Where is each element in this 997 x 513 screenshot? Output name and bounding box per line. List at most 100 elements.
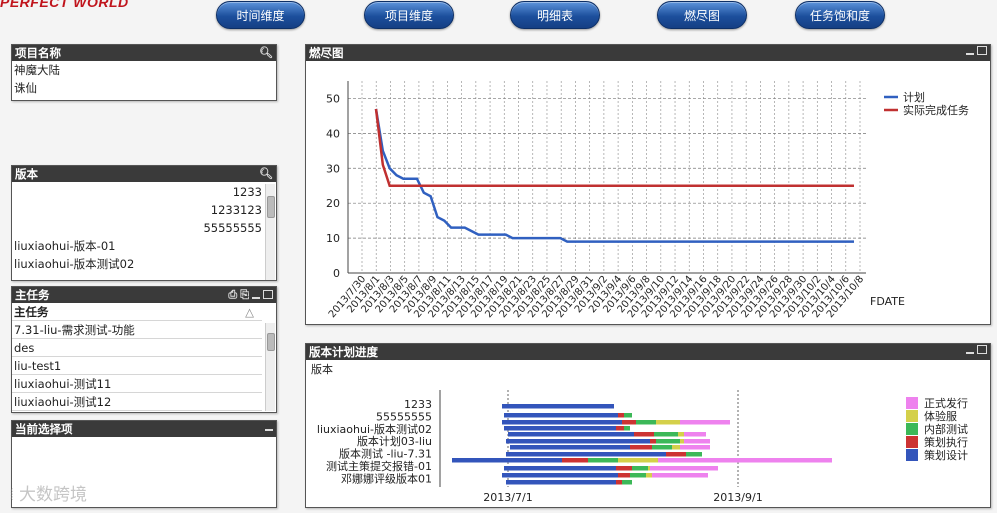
gantt-bar-segment xyxy=(684,439,710,444)
gantt-bar-segment xyxy=(656,439,680,444)
version-progress-title: 版本计划进度 xyxy=(309,345,378,359)
gantt-bar-segment xyxy=(686,452,702,457)
legend-label: 策划设计 xyxy=(924,448,968,462)
gantt-bar-segment xyxy=(658,458,832,463)
gantt-bar-segment xyxy=(504,413,618,418)
gantt-bar-segment xyxy=(632,466,648,471)
maximize-icon[interactable] xyxy=(977,46,987,55)
dimension-label: 版本 xyxy=(311,362,333,376)
table-header[interactable]: 主任务 △ xyxy=(12,303,262,321)
legend-swatch xyxy=(906,423,918,435)
maximize-icon[interactable] xyxy=(977,345,987,354)
x-tick-label: 2013/7/1 xyxy=(483,491,532,504)
y-tick-label: 10 xyxy=(326,232,340,245)
list-item[interactable]: 神魔大陆 xyxy=(12,61,276,79)
nav-detail-table-button[interactable]: 明细表 xyxy=(510,1,600,29)
current-selection-title: 当前选择项 xyxy=(15,422,73,436)
category-label: 邓娜娜评级版本01 xyxy=(341,471,432,485)
watermark-logo: ⧙ 大数跨境 xyxy=(10,485,87,505)
gantt-bar-segment xyxy=(452,458,562,463)
gantt-bar-segment xyxy=(502,420,622,425)
version-progress-chart: 版本 123355555555liuxiaohui-版本测试02版本计划03-li… xyxy=(311,362,968,504)
list-item[interactable]: liuxiaohui-版本-01 xyxy=(12,237,276,255)
gantt-bar-segment xyxy=(624,413,632,418)
maximize-icon[interactable] xyxy=(263,290,273,299)
table-row[interactable]: des xyxy=(12,339,262,357)
list-item[interactable]: 1233123 xyxy=(12,201,276,219)
version-scrollbar[interactable] xyxy=(265,184,275,280)
gantt-bar-segment xyxy=(506,452,666,457)
legend-label: 实际完成任务 xyxy=(903,103,969,117)
minimize-icon[interactable] xyxy=(966,53,974,55)
search-icon[interactable]: 🔍︎ xyxy=(259,46,273,59)
version-title: 版本 xyxy=(15,167,38,181)
version-listbox: 版本 🔍︎ 1233 1233123 55555555 liuxiaohui-版… xyxy=(11,165,277,281)
scrollbar-thumb[interactable] xyxy=(267,196,275,218)
search-icon[interactable]: 🔍︎ xyxy=(259,167,273,180)
gantt-bar-segment xyxy=(506,439,650,444)
burndown-title: 燃尽图 xyxy=(309,46,344,60)
gantt-bar-segment xyxy=(616,466,632,471)
gantt-bar-segment xyxy=(510,445,630,450)
gantt-bar-segment xyxy=(654,432,678,437)
legend-swatch xyxy=(906,410,918,422)
y-tick-label: 40 xyxy=(326,127,340,140)
nav-burndown-button[interactable]: 燃尽图 xyxy=(657,1,747,29)
project-name-title: 项目名称 xyxy=(15,46,61,60)
y-tick-label: 30 xyxy=(326,162,340,175)
gantt-bar-segment xyxy=(680,420,730,425)
legend-swatch xyxy=(906,436,918,448)
scrollbar-thumb[interactable] xyxy=(267,333,275,351)
y-tick-label: 20 xyxy=(326,197,340,210)
gantt-bar-segment xyxy=(502,473,622,478)
task-scrollbar[interactable] xyxy=(265,323,275,411)
gantt-bar-segment xyxy=(650,466,718,471)
nav-time-dimension-button[interactable]: 时间维度 xyxy=(216,1,305,29)
sort-icon[interactable]: △ xyxy=(245,303,254,321)
category-label: 版本测试 -liu-7.31 xyxy=(339,447,432,461)
y-tick-label: 0 xyxy=(333,267,340,280)
gantt-bar-segment xyxy=(508,432,634,437)
list-item[interactable]: 诛仙 xyxy=(12,79,276,97)
gantt-bar-segment xyxy=(680,445,710,450)
y-tick-label: 50 xyxy=(326,92,340,105)
gantt-bar-segment xyxy=(622,480,632,485)
gantt-bar-segment xyxy=(634,432,654,437)
gantt-bar-segment xyxy=(652,445,672,450)
table-row[interactable]: liu-test1 xyxy=(12,357,262,375)
legend-swatch xyxy=(906,397,918,409)
table-row[interactable]: liuxiaohui-测试12 xyxy=(12,393,262,411)
gantt-bar-segment xyxy=(684,432,706,437)
main-task-tablebox: 主任务 ⎙ ⎘ 主任务 △ 7.31-liu-需求测试-功能 des liu-t… xyxy=(11,286,277,413)
perfect-world-logo: PERFECT WORLD xyxy=(0,0,129,10)
gantt-bar-segment xyxy=(624,426,630,431)
list-item[interactable]: liuxiaohui-版本测试02 xyxy=(12,255,276,273)
legend-label: 计划 xyxy=(903,91,925,104)
burndown-chart-panel: 燃尽图 0 10 20 30 40 50 2013/7/30 2013/8/1 2013/8/3… xyxy=(305,44,991,325)
table-row[interactable]: 7.31-liu-需求测试-功能 xyxy=(12,321,262,339)
nav-task-saturation-button[interactable]: 任务饱和度 xyxy=(795,1,885,29)
x-axis-label: FDATE xyxy=(870,295,905,308)
list-item[interactable]: 55555555 xyxy=(12,219,276,237)
nav-project-dimension-button[interactable]: 项目维度 xyxy=(364,1,454,29)
category-label: liuxiaohui-版本测试02 xyxy=(317,422,432,436)
gantt-bar-segment xyxy=(504,466,620,471)
gantt-bar-segment xyxy=(656,420,680,425)
list-item[interactable]: 1233 xyxy=(12,183,276,201)
gantt-bar-segment xyxy=(588,458,618,463)
legend-label: 正式发行 xyxy=(924,396,968,410)
gantt-bar-segment xyxy=(506,480,616,485)
gantt-bar-segment xyxy=(652,473,708,478)
print-icon[interactable]: ⎙ xyxy=(228,288,237,301)
project-name-listbox: 项目名称 🔍︎ 神魔大陆 诛仙 xyxy=(11,44,277,101)
legend-swatch xyxy=(906,449,918,461)
minimize-icon[interactable] xyxy=(265,429,273,431)
legend-label: 内部测试 xyxy=(924,422,968,436)
minimize-icon[interactable] xyxy=(252,297,260,299)
export-icon[interactable]: ⎘ xyxy=(240,288,249,301)
gantt-bar-segment xyxy=(616,426,624,431)
minimize-icon[interactable] xyxy=(966,352,974,354)
gantt-bar-segment xyxy=(562,458,588,463)
table-row[interactable]: liuxiaohui-测试11 xyxy=(12,375,262,393)
category-label: 版本计划03-liu xyxy=(357,434,432,448)
